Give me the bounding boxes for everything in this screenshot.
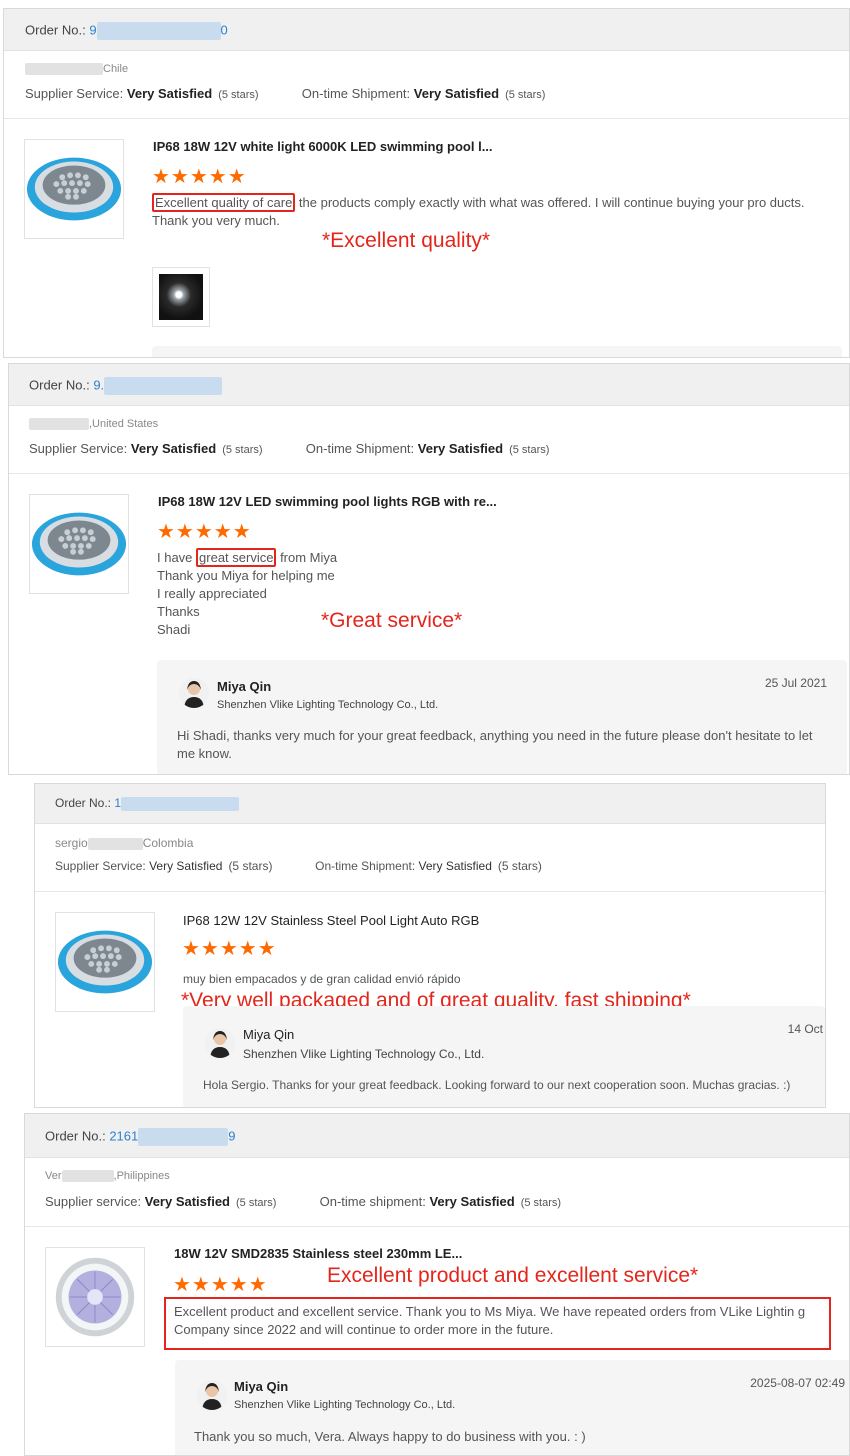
reply-company: Shenzhen Vlike Lighting Technology Co., … <box>217 699 439 711</box>
divider <box>25 1226 849 1227</box>
rating-stars: ★★★★★ <box>182 938 277 960</box>
product-thumbnail[interactable] <box>45 1247 145 1347</box>
reply-text: Hola Sergio. Thanks for your great feedb… <box>203 1078 791 1092</box>
review-card-2: Order No.: 9. ,United States Supplier Se… <box>8 363 850 775</box>
pool-light-image <box>57 930 153 994</box>
highlighted-phrase: Excellent quality of care <box>152 193 296 212</box>
divider <box>4 118 849 119</box>
review-text: Excellent quality of care the products c… <box>152 193 805 228</box>
buyer-location: Ver ,Philippines <box>45 1170 170 1183</box>
divider <box>35 891 825 892</box>
product-title[interactable]: IP68 18W 12V LED swimming pool lights RG… <box>158 494 497 509</box>
redacted-name <box>61 1170 114 1183</box>
order-label: Order No.: <box>25 22 86 38</box>
order-header: Order No.: 1 <box>35 784 825 824</box>
pool-light-image <box>26 157 122 221</box>
annotation-label: *Great service* <box>321 609 463 632</box>
annotation-label: *Excellent quality* <box>322 229 491 252</box>
buyer-location: ,United States <box>29 418 158 431</box>
ratings-row: Supplier Service: Very Satisfied (5 stars… <box>29 441 550 456</box>
rating-stars: ★★★★★ <box>173 1274 268 1296</box>
product-thumbnail[interactable] <box>29 494 129 594</box>
reply-author: Miya Qin <box>234 1379 289 1394</box>
redacted-order <box>96 22 221 40</box>
order-header: Order No.: 2161 9 <box>25 1114 849 1158</box>
order-number-end[interactable]: 0 <box>221 22 228 37</box>
redacted-order <box>138 1128 229 1146</box>
redacted-name <box>87 837 143 850</box>
buyer-location: sergio Colombia <box>55 836 194 850</box>
product-title[interactable]: 18W 12V SMD2835 Stainless steel 230mm LE… <box>174 1246 462 1261</box>
round-pool-light-image <box>55 1257 135 1337</box>
reply-text: Hi Shadi, thanks very much for your grea… <box>177 728 813 761</box>
order-header: Order No.: 9. <box>9 364 849 406</box>
review-card-1: Order No.: 9 0 Chile Supplier Service: Ve… <box>3 8 850 358</box>
seller-reply: Miya Qin Shenzhen Vlike Lighting Technol… <box>183 1006 825 1107</box>
reply-box-partial <box>152 346 842 357</box>
seller-reply: Miya Qin Shenzhen Vlike Lighting Technol… <box>157 660 847 774</box>
product-title[interactable]: IP68 12W 12V Stainless Steel Pool Light … <box>183 913 479 928</box>
order-label: Order No.: <box>55 796 112 810</box>
pool-light-image <box>31 512 127 576</box>
redacted-order <box>104 377 223 395</box>
order-number[interactable]: 1 <box>114 796 121 810</box>
product-thumbnail[interactable] <box>55 912 155 1012</box>
divider <box>9 473 849 474</box>
review-text: muy bien empacados y de gran calidad env… <box>183 972 461 986</box>
review-text: Excellent product and excellent service.… <box>174 1304 806 1337</box>
product-thumbnail[interactable] <box>24 139 124 239</box>
reply-company: Shenzhen Vlike Lighting Technology Co., … <box>234 1399 456 1411</box>
order-number[interactable]: 2161 <box>109 1128 138 1143</box>
reply-text: Thank you so much, Vera. Always happy to… <box>194 1429 586 1444</box>
reply-author: Miya Qin <box>243 1027 295 1042</box>
product-title[interactable]: IP68 18W 12V white light 6000K LED swimm… <box>153 139 493 154</box>
buyer-location: Chile <box>25 63 128 76</box>
review-photo[interactable] <box>152 267 210 327</box>
avatar <box>179 678 209 708</box>
reply-date: 14 Oct <box>787 1022 823 1036</box>
seller-reply: Miya Qin Shenzhen Vlike Lighting Technol… <box>175 1360 849 1455</box>
redacted-name <box>25 63 103 76</box>
reply-date: 25 Jul 2021 <box>764 676 827 690</box>
redacted-name <box>29 418 89 431</box>
rating-stars: ★★★★★ <box>152 166 247 188</box>
order-header: Order No.: 9 0 <box>4 9 849 51</box>
order-label: Order No.: <box>29 377 90 393</box>
ratings-row: Supplier service: Very Satisfied (5 stars… <box>45 1194 562 1209</box>
reply-author: Miya Qin <box>217 679 272 694</box>
reply-company: Shenzhen Vlike Lighting Technology Co., … <box>243 1047 485 1061</box>
review-card-4: Order No.: 2161 9 Ver ,Philippines Supplie… <box>24 1113 850 1456</box>
order-number-end[interactable]: 9 <box>228 1128 235 1143</box>
highlighted-phrase: great service <box>196 548 277 567</box>
avatar <box>205 1028 235 1058</box>
reply-date: 2025-08-07 02:49 <box>750 1376 845 1390</box>
rating-stars: ★★★★★ <box>157 521 252 543</box>
redacted-order <box>121 796 240 811</box>
order-number[interactable]: 9 <box>89 22 96 37</box>
avatar <box>197 1380 227 1410</box>
ratings-row: Supplier Service: Very Satisfied (5 stars… <box>25 86 546 101</box>
annotation-label: Excellent product and excellent service* <box>327 1264 699 1287</box>
order-number[interactable]: 9. <box>93 377 104 392</box>
order-label: Order No.: <box>45 1128 106 1144</box>
ratings-row: Supplier Service: Very Satisfied (5 stars… <box>55 859 542 873</box>
review-card-3: Order No.: 1 sergio Colombia Supplier Ser… <box>34 783 826 1108</box>
